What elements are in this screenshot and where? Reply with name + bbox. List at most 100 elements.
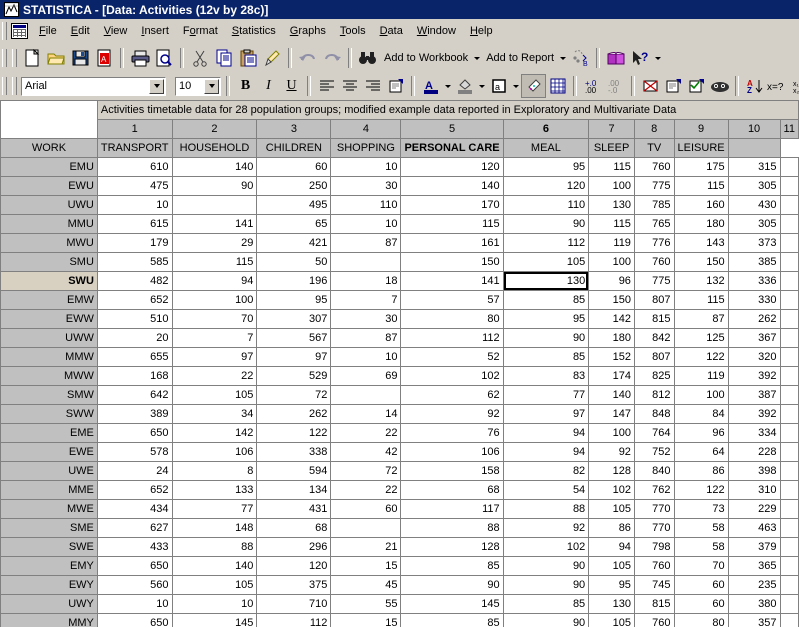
column-name-header[interactable]: HOUSEHOLD xyxy=(171,138,258,158)
table-cell[interactable]: 764 xyxy=(633,423,675,443)
column-number-header[interactable]: 1 xyxy=(96,119,173,139)
table-cell[interactable]: 87 xyxy=(330,233,402,253)
table-cell[interactable]: 90 xyxy=(502,575,590,595)
table-cell[interactable]: 389 xyxy=(96,404,173,424)
table-row[interactable]: UWU 10 495 110 170 110 130 785 160 430 xyxy=(0,195,799,215)
table-cell[interactable]: 367 xyxy=(727,328,781,348)
column-number-header[interactable]: 4 xyxy=(330,119,402,139)
table-row[interactable]: EMY 650 140 120 15 85 90 105 760 70 365 xyxy=(0,556,799,576)
table-cell[interactable] xyxy=(779,195,799,215)
table-cell[interactable]: 88 xyxy=(171,537,258,557)
table-cell[interactable]: 433 xyxy=(96,537,173,557)
table-cell[interactable]: 14 xyxy=(330,404,402,424)
table-cell[interactable]: 64 xyxy=(673,442,729,462)
delete-variable-icon[interactable] xyxy=(639,75,662,97)
table-cell[interactable]: 119 xyxy=(588,233,635,253)
table-cell[interactable] xyxy=(779,480,799,500)
table-cell[interactable]: 60 xyxy=(256,157,332,177)
table-row[interactable]: SME 627 148 68 88 92 86 770 58 463 xyxy=(0,518,799,538)
table-cell[interactable]: 95 xyxy=(588,575,635,595)
table-cell[interactable]: 615 xyxy=(96,214,173,234)
table-cell[interactable]: 775 xyxy=(633,176,675,196)
table-cell[interactable]: 85 xyxy=(502,290,590,310)
table-cell[interactable]: 174 xyxy=(588,366,635,386)
table-row[interactable]: SWE 433 88 296 21 128 102 94 798 58 379 xyxy=(0,537,799,557)
table-cell[interactable]: 72 xyxy=(330,461,402,481)
table-cell[interactable]: 58 xyxy=(673,537,729,557)
table-cell[interactable]: 22 xyxy=(171,366,258,386)
table-cell[interactable]: 160 xyxy=(673,195,729,215)
table-cell[interactable] xyxy=(779,499,799,519)
table-cell[interactable]: 30 xyxy=(330,176,402,196)
table-cell[interactable]: 70 xyxy=(673,556,729,576)
table-cell[interactable]: 115 xyxy=(588,157,635,177)
table-row[interactable]: EWU 475 90 250 30 140 120 100 775 115 305 xyxy=(0,176,799,196)
column-number-header[interactable]: 8 xyxy=(633,119,675,139)
column-number-header[interactable]: 6 xyxy=(502,119,590,139)
table-row[interactable]: EME 650 142 122 22 76 94 100 764 96 334 xyxy=(0,423,799,443)
table-cell[interactable]: 115 xyxy=(673,176,729,196)
table-cell[interactable]: 305 xyxy=(727,214,781,234)
table-cell[interactable] xyxy=(779,613,799,627)
table-cell[interactable]: 560 xyxy=(96,575,173,595)
table-cell[interactable]: 7 xyxy=(171,328,258,348)
table-cell[interactable]: 125 xyxy=(673,328,729,348)
table-cell[interactable]: 180 xyxy=(588,328,635,348)
table-cell[interactable]: 10 xyxy=(330,157,402,177)
table-cell[interactable]: 10 xyxy=(96,594,173,614)
table-cell[interactable]: 567 xyxy=(256,328,332,348)
table-cell[interactable]: 652 xyxy=(96,290,173,310)
table-cell[interactable]: 140 xyxy=(171,556,258,576)
table-cell[interactable]: 150 xyxy=(588,290,635,310)
table-row[interactable]: MWU 179 29 421 87 161 112 119 776 143 373 xyxy=(0,233,799,253)
font-size-dropdown-icon[interactable] xyxy=(204,78,219,94)
table-cell[interactable]: 336 xyxy=(727,271,781,291)
table-row[interactable]: EWW 510 70 307 30 80 95 142 815 87 262 xyxy=(0,309,799,329)
row-header[interactable]: MWE xyxy=(0,499,98,519)
spreadsheet-grid[interactable]: Activities timetable data for 28 populat… xyxy=(0,100,799,627)
table-row[interactable]: MME 652 133 134 22 68 54 102 762 122 310 xyxy=(0,480,799,500)
row-header[interactable]: MMW xyxy=(0,347,98,367)
table-cell[interactable]: 385 xyxy=(727,252,781,272)
table-cell[interactable]: 128 xyxy=(400,537,504,557)
table-cell[interactable]: 305 xyxy=(727,176,781,196)
table-cell[interactable]: 785 xyxy=(633,195,675,215)
menu-item-statistics[interactable]: Statistics xyxy=(225,22,283,40)
table-cell[interactable]: 392 xyxy=(727,404,781,424)
column-name-header[interactable]: SHOPPING xyxy=(330,138,402,158)
table-cell[interactable]: 115 xyxy=(588,214,635,234)
data-table[interactable]: Activities timetable data for 28 populat… xyxy=(0,100,799,627)
table-cell[interactable]: 373 xyxy=(727,233,781,253)
row-header[interactable]: SWU xyxy=(0,271,98,291)
table-cell[interactable]: 85 xyxy=(400,556,504,576)
table-cell[interactable]: 90 xyxy=(502,556,590,576)
table-cell[interactable]: 106 xyxy=(400,442,504,462)
table-cell[interactable]: 148 xyxy=(171,518,258,538)
table-cell[interactable] xyxy=(779,347,799,367)
table-cell[interactable]: 105 xyxy=(588,499,635,519)
table-cell[interactable] xyxy=(779,176,799,196)
table-cell[interactable]: 807 xyxy=(633,347,675,367)
table-cell[interactable]: 142 xyxy=(171,423,258,443)
table-cell[interactable]: 141 xyxy=(171,214,258,234)
table-cell[interactable]: 94 xyxy=(502,442,590,462)
table-cell[interactable]: 100 xyxy=(588,423,635,443)
copy-icon[interactable] xyxy=(212,47,236,70)
table-cell[interactable]: 434 xyxy=(96,499,173,519)
table-cell[interactable]: 130 xyxy=(588,594,635,614)
table-row[interactable]: EMU 610 140 60 10 120 95 115 760 175 315 xyxy=(0,157,799,177)
row-header[interactable]: UWE xyxy=(0,461,98,481)
add-to-report-button[interactable]: Add to Report xyxy=(482,50,557,66)
row-header[interactable]: SWE xyxy=(0,537,98,557)
table-cell[interactable]: 330 xyxy=(727,290,781,310)
row-header[interactable]: MME xyxy=(0,480,98,500)
table-cell[interactable]: 95 xyxy=(502,309,590,329)
table-cell[interactable]: 90 xyxy=(400,575,504,595)
table-cell[interactable]: 170 xyxy=(400,195,504,215)
menu-item-file[interactable]: File xyxy=(32,22,64,40)
font-size-combo[interactable]: 10 xyxy=(175,76,221,96)
table-cell[interactable]: 812 xyxy=(633,385,675,405)
table-cell[interactable] xyxy=(779,461,799,481)
menu-item-graphs[interactable]: Graphs xyxy=(283,22,333,40)
font-color-icon[interactable]: A xyxy=(419,75,442,97)
